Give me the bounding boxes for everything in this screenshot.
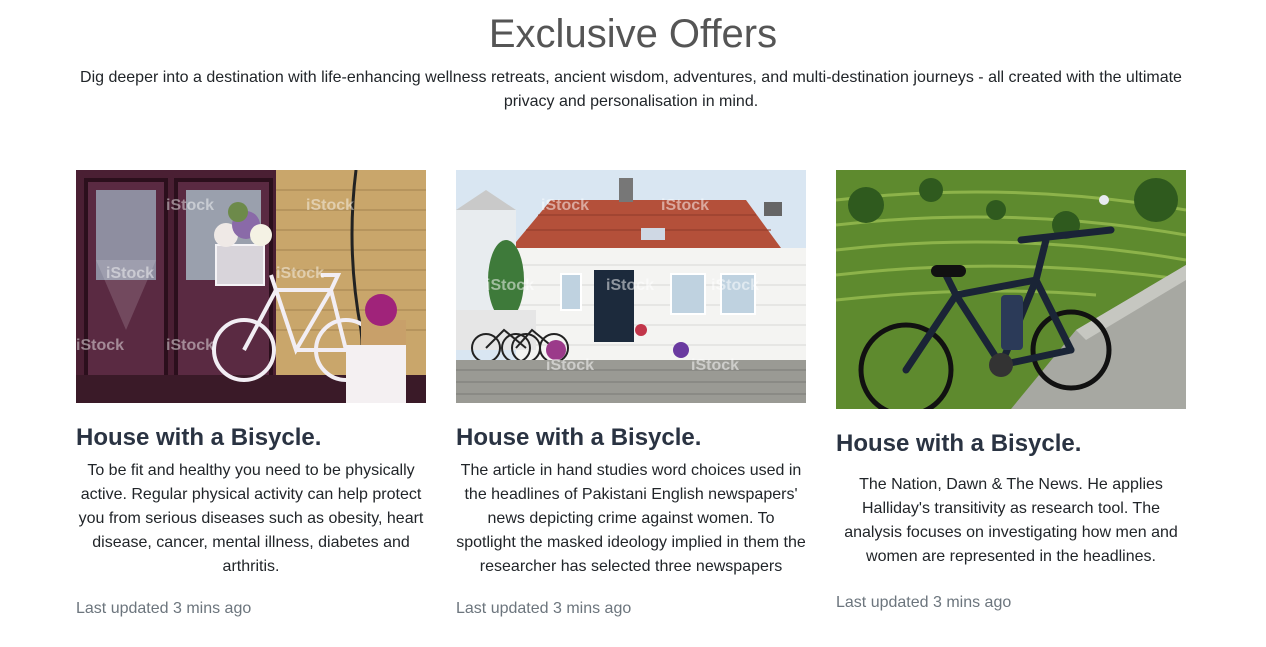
card-title[interactable]: House with a Bisycle.	[456, 423, 806, 453]
card-description: The article in hand studies word choices…	[456, 462, 806, 575]
offer-card: House with a Bisycle. The Nation, Dawn &…	[836, 170, 1186, 613]
offer-card: iStock iStock iStock iStock iStock iStock i…	[456, 170, 806, 619]
svg-text:iStock: iStock	[306, 197, 354, 214]
section-intro: Dig deeper into a destination with life-…	[80, 69, 1182, 110]
card-updated-time: Last updated 3 mins ago	[76, 600, 252, 617]
card-updated-time: Last updated 3 mins ago	[836, 594, 1012, 611]
card-description: To be fit and healthy you need to be phy…	[78, 462, 424, 575]
svg-text:iStock: iStock	[661, 197, 709, 214]
svg-text:iStock: iStock	[541, 197, 589, 214]
svg-text:iStock: iStock	[166, 337, 214, 354]
card-title[interactable]: House with a Bisycle.	[76, 423, 426, 453]
card-updated-time: Last updated 3 mins ago	[456, 600, 632, 617]
svg-text:iStock: iStock	[166, 197, 214, 214]
svg-text:iStock: iStock	[546, 357, 594, 374]
svg-text:iStock: iStock	[711, 277, 759, 294]
card-image-ebike-terraces[interactable]	[836, 170, 1186, 409]
card-image-white-house[interactable]: iStock iStock iStock iStock iStock iStock i…	[456, 170, 806, 403]
card-description: The Nation, Dawn & The News. He applies …	[844, 476, 1178, 565]
svg-text:iStock: iStock	[276, 265, 324, 282]
page-title: Exclusive Offers	[488, 12, 778, 56]
svg-text:iStock: iStock	[76, 337, 124, 354]
card-image-bicycle-flowers[interactable]: iStock iStock iStock iStock iStock iStock	[76, 170, 426, 403]
svg-text:iStock: iStock	[606, 277, 654, 294]
offer-card: iStock iStock iStock iStock iStock iStock H…	[76, 170, 426, 619]
card-title[interactable]: House with a Bisycle.	[836, 429, 1186, 459]
svg-text:iStock: iStock	[486, 277, 534, 294]
svg-text:iStock: iStock	[691, 357, 739, 374]
